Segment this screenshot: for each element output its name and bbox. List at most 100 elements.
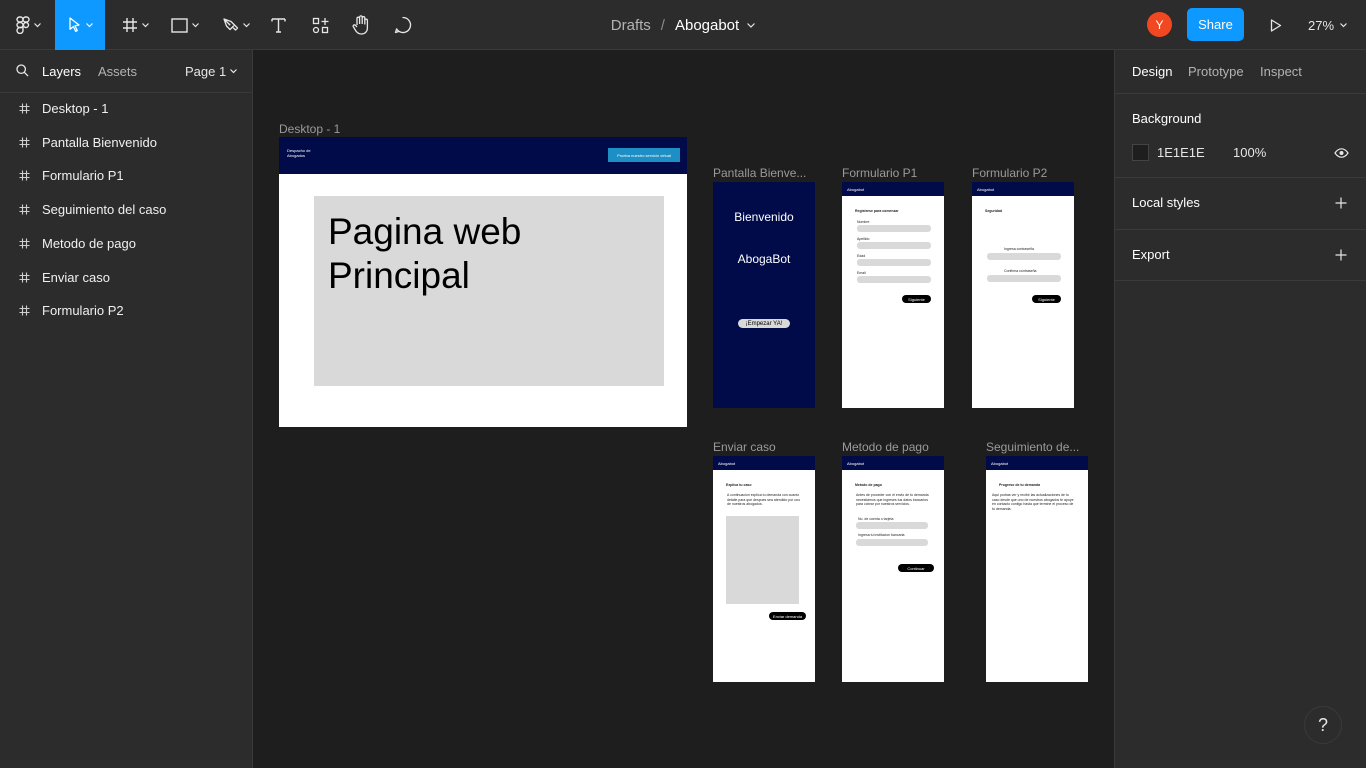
components-icon [312,17,328,33]
tab-design[interactable]: Design [1132,64,1172,79]
frame-enviar[interactable]: Abogabot Explica tu caso A continuacion … [713,456,815,682]
welcome-title: Bienvenido [734,210,794,224]
frame-icon [19,204,30,215]
eye-icon[interactable] [1334,148,1349,158]
pago-field-label: No. de cuenta o tarjeta [858,517,894,521]
frame-icon [122,18,137,32]
search-icon[interactable] [16,64,29,77]
form1-heading: Registrese para comenzar [855,209,899,213]
welcome-brand: AbogaBot [737,252,791,266]
chevron-down-icon [230,69,238,74]
export-title: Export [1132,247,1170,262]
share-button[interactable]: Share [1187,8,1244,41]
toolbar: Drafts / Abogabot Y Share 27% [0,0,1366,50]
background-hex[interactable]: 1E1E1E [1157,145,1205,160]
cursor-icon [68,17,80,33]
enviar-brand: Abogabot [718,461,736,466]
pago-heading: Metodo de pago [855,483,882,487]
seguimiento-heading: Progreso de tu demanda [999,483,1041,487]
form1-input [857,225,931,232]
pago-field-label: Ingresa tu institucion bancaria [858,533,905,537]
frame-label-desktop[interactable]: Desktop - 1 [279,122,340,136]
hero-title: Pagina web Principal [328,211,522,296]
local-styles-title: Local styles [1132,195,1200,210]
local-styles-section: Local styles [1115,178,1366,230]
layer-row[interactable]: Desktop - 1 [0,94,252,124]
form2-next-button: Siguiente [1032,295,1061,303]
layer-row[interactable]: Formulario P2 [0,296,252,326]
form1-field-label: Apellido [857,237,870,241]
help-button[interactable]: ? [1304,706,1342,744]
plus-icon[interactable] [1335,197,1347,209]
tab-layers[interactable]: Layers [42,64,81,79]
frame-label-pago[interactable]: Metodo de pago [842,440,929,454]
frame-pago[interactable]: Abogabot Metodo de pago Antes de procede… [842,456,944,682]
comment-tool-button[interactable] [391,0,415,50]
move-tool-button[interactable] [55,0,105,50]
canvas[interactable]: Desktop - 1 Despacho de Abogados Prueba … [253,50,1114,768]
frame-form1[interactable]: Abogabot Registrese para comenzar Nombre… [842,182,944,408]
layer-row[interactable]: Metodo de pago [0,229,252,259]
present-button[interactable] [1264,13,1288,37]
frame-form2[interactable]: Abogabot Seguridad Ingresa contraseña Co… [972,182,1074,408]
chevron-down-icon [33,22,41,27]
pen-tool-button[interactable] [217,0,255,50]
layer-row[interactable]: Enviar caso [0,263,252,293]
layer-name: Formulario P1 [42,168,124,184]
pago-input [856,522,928,529]
layer-row[interactable]: Pantalla Bienvenido [0,128,252,158]
chevron-down-icon [1340,22,1347,27]
layers-panel: Layers Assets Page 1 Desktop - 1 Pantalla… [0,50,253,768]
enviar-textarea [726,516,799,604]
frame-tool-button[interactable] [116,0,154,50]
enviar-submit-button: Enviar demanda [769,612,806,620]
frame-desktop[interactable]: Despacho de Abogados Prueba nuestro serv… [279,137,687,427]
layer-row[interactable]: Formulario P1 [0,161,252,191]
background-section: Background 1E1E1E 100% [1115,93,1366,178]
resources-tool-button[interactable] [308,0,332,50]
file-name[interactable]: Abogabot [675,17,739,34]
layer-name: Seguimiento del caso [42,202,167,218]
frame-label-enviar[interactable]: Enviar caso [713,440,776,454]
frame-icon [19,170,30,181]
plus-icon[interactable] [1335,249,1347,261]
layer-row[interactable]: Seguimiento del caso [0,195,252,225]
tab-assets[interactable]: Assets [98,64,137,79]
form2-input [987,253,1061,260]
breadcrumb-separator: / [660,16,665,34]
background-swatch[interactable] [1132,144,1149,161]
main-menu-button[interactable] [8,0,48,50]
chevron-down-icon[interactable] [747,22,756,28]
figma-logo-icon [15,16,30,34]
text-icon [270,18,286,33]
seguimiento-body: Aqui podras ver y recibir las actualizac… [992,493,1074,511]
shape-tool-button[interactable] [166,0,204,50]
form1-field-label: Email [857,271,866,275]
user-avatar[interactable]: Y [1147,12,1172,37]
chevron-down-icon [192,22,199,27]
layer-name: Formulario P2 [42,303,124,319]
frame-label-form2[interactable]: Formulario P2 [972,166,1047,180]
frame-label-form1[interactable]: Formulario P1 [842,166,917,180]
page-selector[interactable]: Page 1 [185,64,238,79]
play-icon [1270,18,1282,32]
form1-input [857,259,931,266]
frame-bienvenido[interactable]: Bienvenido AbogaBot ¡Empezar YA! [713,182,815,408]
form1-input [857,276,931,283]
layer-name: Metodo de pago [42,235,136,251]
comment-icon [394,16,412,34]
start-button: ¡Empezar YA! [738,319,790,328]
background-opacity[interactable]: 100% [1233,145,1266,160]
frame-label-bienvenido[interactable]: Pantalla Bienve... [713,166,806,180]
tab-prototype[interactable]: Prototype [1188,64,1244,79]
form1-brand: Abogabot [847,187,865,192]
breadcrumb-drafts[interactable]: Drafts [611,17,651,34]
tab-inspect[interactable]: Inspect [1260,64,1302,79]
hand-tool-button[interactable] [348,0,374,50]
text-tool-button[interactable] [266,0,290,50]
frame-label-seguimiento[interactable]: Seguimiento de... [986,440,1079,454]
form2-heading: Seguridad [985,209,1003,213]
zoom-menu[interactable]: 27% [1308,0,1347,50]
frame-seguimiento[interactable]: Abogabot Progreso de tu demanda Aqui pod… [986,456,1088,682]
form1-input [857,242,931,249]
